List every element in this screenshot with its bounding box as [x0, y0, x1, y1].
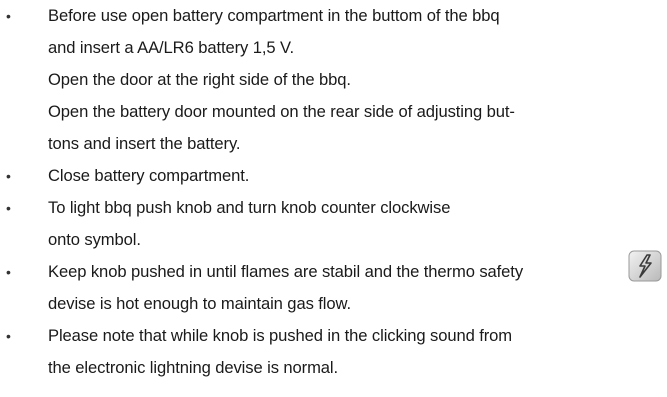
instruction-line: Close battery compartment. [48, 166, 250, 185]
instruction-page: • Before use open battery compartment in… [0, 0, 667, 397]
bullet-marker: • [6, 264, 11, 280]
instruction-line: the electronic lightning devise is norma… [48, 358, 339, 377]
bullet-marker: • [6, 8, 11, 24]
instruction-line: To light bbq push knob and turn knob cou… [48, 198, 451, 217]
instruction-line: Keep knob pushed in until flames are sta… [48, 262, 524, 281]
instruction-line: onto symbol. [48, 230, 141, 249]
instruction-line: Please note that while knob is pushed in… [48, 326, 513, 345]
bullet-marker: • [6, 200, 11, 216]
instruction-line: and insert a AA/LR6 battery 1,5 V. [48, 38, 294, 57]
ignition-spark-symbol-icon [628, 250, 662, 282]
bullet-marker: • [6, 328, 11, 344]
instruction-line: tons and insert the battery. [48, 134, 241, 153]
instruction-line: devise is hot enough to maintain gas flo… [48, 294, 351, 313]
instruction-line: Open the door at the right side of the b… [48, 70, 351, 89]
instruction-line: Before use open battery compartment in t… [48, 6, 500, 25]
bullet-marker: • [6, 168, 11, 184]
instruction-line: Open the battery door mounted on the rea… [48, 102, 515, 121]
